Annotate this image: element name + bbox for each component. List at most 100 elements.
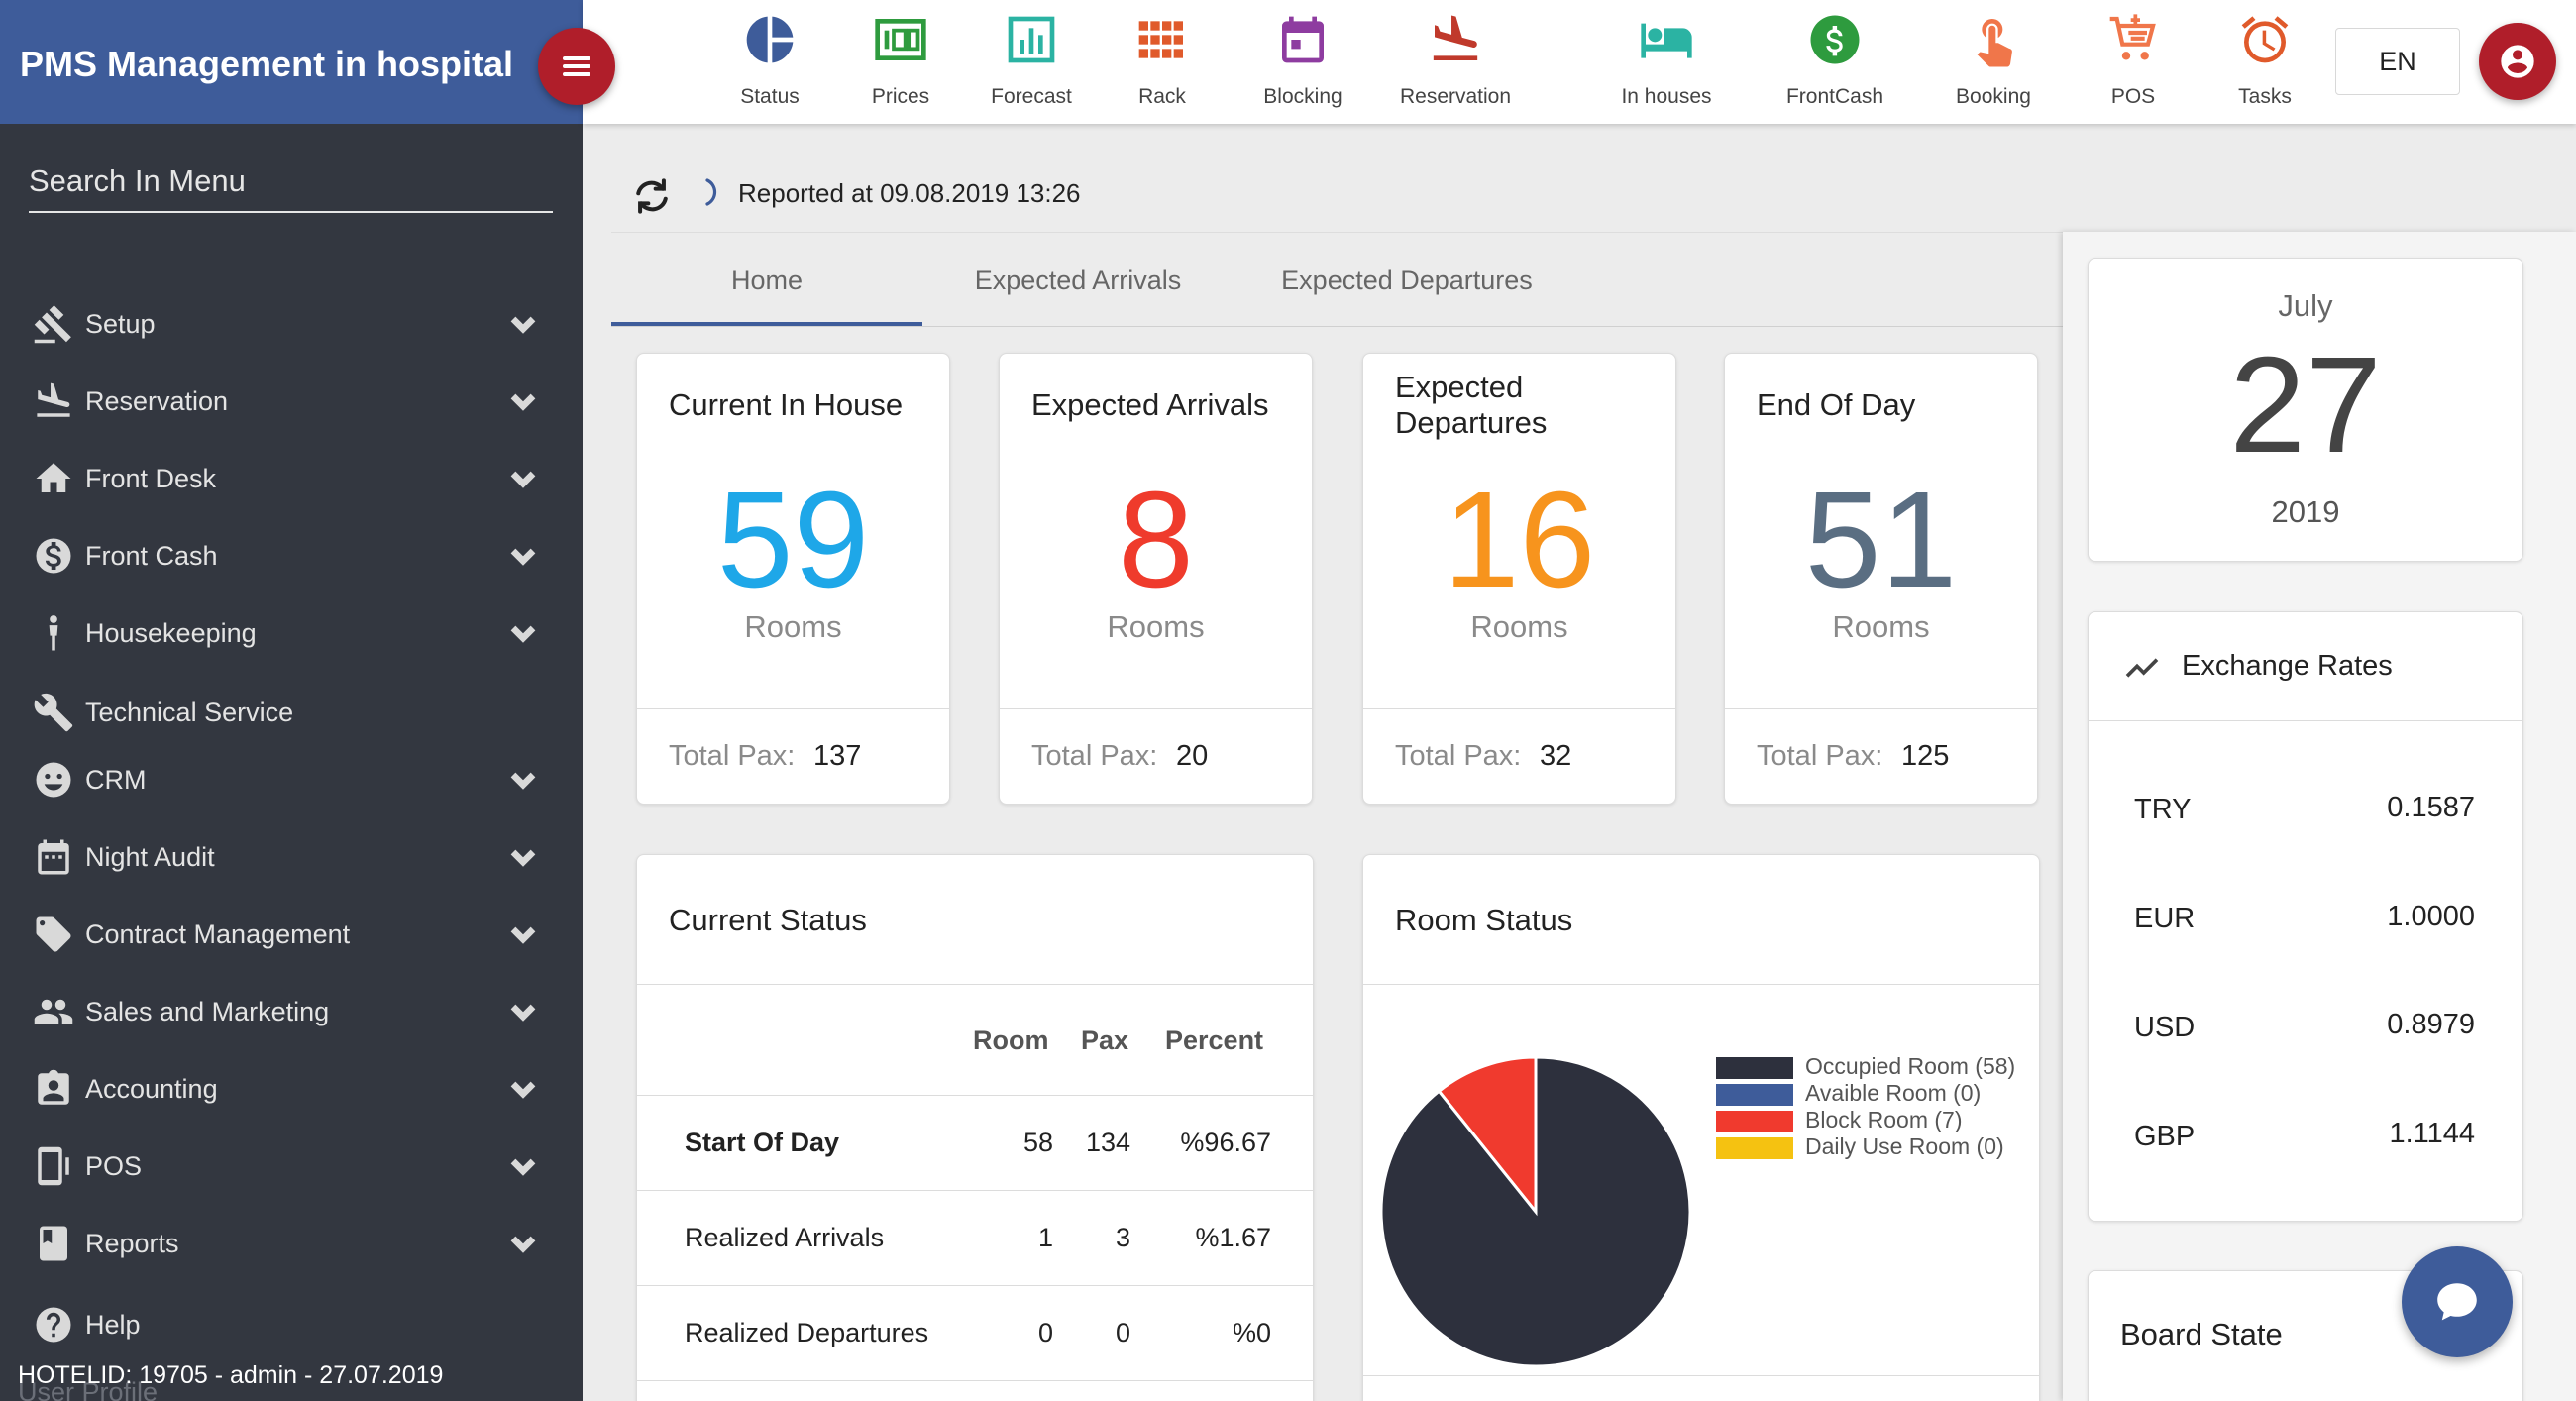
rate-value-gbp: 1.1144 (2389, 1118, 2475, 1149)
tab-expected-arrivals[interactable]: Expected Arrivals (922, 233, 1234, 328)
hotel-info: HOTELID: 19705 - admin - 27.07.2019 (18, 1361, 444, 1389)
toolbar-label: Booking (1956, 85, 2031, 108)
tab-home[interactable]: Home (611, 233, 922, 328)
sidebar-item-label: Help (85, 1309, 141, 1340)
toolbar-tasks-button[interactable]: Tasks (2191, 12, 2339, 109)
menu-toggle-button[interactable] (538, 28, 615, 105)
row-label: Realized Departures (685, 1318, 929, 1347)
toolbar-label: Prices (871, 85, 930, 108)
kpi-pax-label: Total Pax: (669, 740, 796, 772)
pie-slice-occupied-room (1379, 1055, 1692, 1368)
chat-bubble-icon (2437, 1283, 2477, 1321)
legend-swatch-occupied (1716, 1057, 1793, 1079)
sidebar-item-reservation[interactable]: Reservation (0, 369, 583, 434)
sidebar-item-technical-service[interactable]: Technical Service (0, 680, 583, 745)
sidebar-item-front-cash[interactable]: Front Cash (0, 523, 583, 589)
toolbar-reservation-button[interactable]: Reservation (1381, 12, 1530, 109)
sidebar: PMS Management in hospital Search In Men… (0, 0, 583, 1401)
hamburger-icon-bar (563, 72, 590, 76)
tab-expected-departures[interactable]: Expected Departures (1234, 233, 1580, 328)
hamburger-icon-bar (563, 64, 590, 68)
rate-code-gbp: GBP (2134, 1121, 2196, 1152)
sidebar-item-label: Contract Management (85, 918, 351, 949)
sidebar-item-reports[interactable]: Reports (0, 1211, 583, 1276)
kpi-card-current-in-house: Current In House 59 Rooms Total Pax: 137 (636, 353, 950, 805)
kpi-card-expected-arrivals: Expected Arrivals 8 Rooms Total Pax: 20 (999, 353, 1313, 805)
brand-header: PMS Management in hospital (0, 0, 583, 124)
sidebar-item-accounting[interactable]: Accounting (0, 1056, 583, 1122)
toolbar-label: FrontCash (1785, 85, 1884, 108)
row-label: Start Of Day (685, 1128, 840, 1157)
hotel-bed-icon (1641, 23, 1692, 58)
toolbar-status-button[interactable]: Status (696, 12, 844, 109)
sidebar-item-sales-and-marketing[interactable]: Sales and Marketing (0, 979, 583, 1044)
plane-landing-icon (32, 379, 75, 423)
legend-swatch-daily-use (1716, 1137, 1793, 1159)
dollar-icon (32, 534, 75, 578)
divider (637, 1285, 1313, 1286)
toolbar-label: Status (740, 85, 800, 108)
rate-code-try: TRY (2134, 794, 2192, 825)
sidebar-item-label: Setup (85, 308, 156, 339)
sidebar-item-contract-management[interactable]: Contract Management (0, 902, 583, 967)
sidebar-item-setup[interactable]: Setup (0, 291, 583, 357)
sidebar-item-front-desk[interactable]: Front Desk (0, 446, 583, 511)
sidebar-item-label: Night Audit (85, 841, 215, 872)
toolbar-prices-button[interactable]: Prices (826, 12, 975, 109)
chevron-down-icon (503, 915, 543, 954)
divider (2089, 720, 2522, 721)
toolbar-label: Rack (1138, 85, 1186, 108)
divider (1363, 708, 1675, 709)
sidebar-item-label: Reservation (85, 385, 229, 416)
tab-bar: Home Expected Arrivals Expected Departur… (611, 232, 2063, 327)
toolbar-rack-button[interactable]: Rack (1088, 12, 1236, 109)
user-menu-button[interactable] (2479, 23, 2556, 100)
wrench-icon (32, 691, 75, 734)
calendar-icon (32, 835, 75, 879)
plane-landing-icon (1433, 15, 1478, 60)
toolbar-in-houses-button[interactable]: In houses (1592, 12, 1741, 109)
kpi-pax-label: Total Pax: (1395, 740, 1522, 772)
kpi-title: Expected Departures (1395, 370, 1548, 440)
toolbar-forecast-button[interactable]: Forecast (957, 12, 1106, 109)
refresh-icon[interactable] (630, 174, 674, 218)
row-percent: %96.67 (1180, 1128, 1271, 1157)
chevron-down-icon (503, 1069, 543, 1109)
account-circle-icon (2501, 45, 2534, 78)
divider (637, 1380, 1313, 1381)
sidebar-item-housekeeping[interactable]: Housekeeping (0, 600, 583, 666)
sidebar-item-crm[interactable]: CRM (0, 747, 583, 812)
row-label: Realized Arrivals (685, 1223, 885, 1252)
price-board-icon (875, 19, 926, 60)
sidebar-item-label: Front Desk (85, 463, 217, 493)
tablet-icon (32, 1144, 75, 1188)
row-percent: %1.67 (1195, 1223, 1271, 1252)
toolbar-pos-button[interactable]: POS (2059, 12, 2207, 109)
kpi-title: End Of Day (1757, 387, 1916, 422)
divider (637, 984, 1313, 985)
sidebar-item-help[interactable]: Help (0, 1292, 583, 1357)
divider (637, 708, 949, 709)
date-year: 2019 (2271, 494, 2340, 529)
row-room: 58 (1022, 1128, 1053, 1157)
chevron-down-icon (503, 760, 543, 800)
rate-value-eur: 1.0000 (2387, 901, 2475, 932)
divider (1363, 984, 2039, 985)
pie-chart-icon (746, 16, 794, 63)
current-status-card: Current Status Room Pax Percent Start Of… (636, 854, 1314, 1401)
language-button[interactable]: EN (2335, 28, 2460, 95)
chat-button[interactable] (2402, 1246, 2513, 1357)
loading-spinner-icon (699, 176, 731, 208)
toolbar-booking-button[interactable]: Booking (1919, 12, 2068, 109)
legend-label-block: Block Room (7) (1805, 1107, 1963, 1132)
kpi-unit: Rooms (744, 609, 842, 644)
sidebar-item-pos[interactable]: POS (0, 1133, 583, 1199)
legend-swatch-block (1716, 1111, 1793, 1132)
toolbar-frontcash-button[interactable]: FrontCash (1761, 12, 1909, 109)
chevron-down-icon (503, 304, 543, 344)
kpi-value: 51 (1804, 464, 1958, 616)
search-menu-input[interactable]: Search In Menu (29, 162, 553, 213)
kpi-unit: Rooms (1470, 609, 1568, 644)
sidebar-item-night-audit[interactable]: Night Audit (0, 824, 583, 890)
toolbar-blocking-button[interactable]: Blocking (1229, 12, 1377, 109)
